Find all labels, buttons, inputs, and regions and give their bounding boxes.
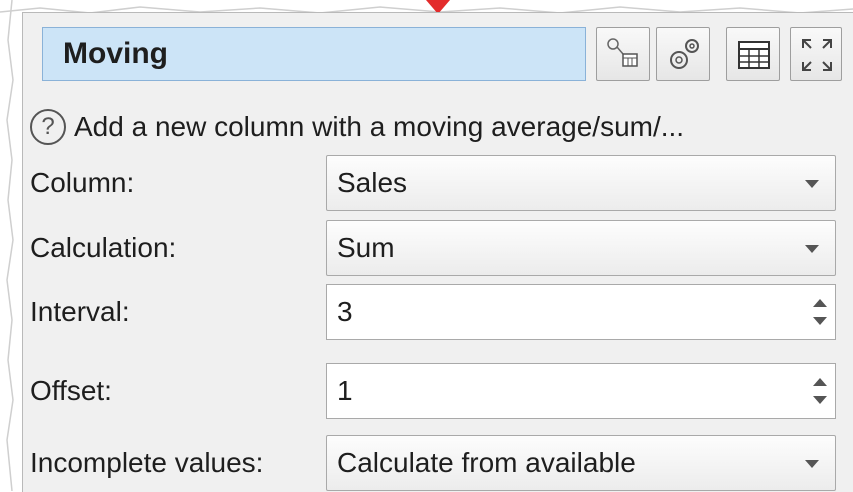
spin-down-icon[interactable] <box>813 317 827 325</box>
calculation-value: Sum <box>337 232 395 263</box>
offset-value: 1 <box>337 375 353 406</box>
incomplete-values-label: Incomplete values: <box>30 447 264 478</box>
interval-label: Interval: <box>30 296 130 327</box>
chevron-down-icon <box>805 460 819 468</box>
node-name-field[interactable]: Moving <box>42 27 586 81</box>
spin-up-icon[interactable] <box>813 299 827 307</box>
incomplete-values-value: Calculate from available <box>337 447 636 478</box>
gear-icon <box>670 39 699 69</box>
offset-spinbox[interactable]: 1 <box>326 363 836 419</box>
table-view-button[interactable] <box>726 27 780 81</box>
help-icon[interactable]: ? <box>30 108 66 145</box>
calculation-dropdown[interactable]: Sum <box>326 220 836 276</box>
node-calc-icon <box>607 38 638 67</box>
node-calc-button[interactable] <box>596 27 650 81</box>
expand-icon <box>802 39 832 71</box>
interval-spinbox[interactable]: 3 <box>326 284 836 340</box>
help-row: ? Add a new column with a moving average/… <box>30 102 850 152</box>
offset-label: Offset: <box>30 375 112 406</box>
chevron-down-icon <box>805 245 819 253</box>
spin-down-icon[interactable] <box>813 396 827 404</box>
column-dropdown[interactable]: Sales <box>326 155 836 211</box>
settings-button[interactable] <box>656 27 710 81</box>
column-label: Column: <box>30 167 135 198</box>
expand-button[interactable] <box>790 27 842 81</box>
calculation-label: Calculation: <box>30 232 177 263</box>
column-value: Sales <box>337 167 408 198</box>
help-text: Add a new column with a moving average/s… <box>74 111 685 142</box>
interval-value: 3 <box>337 296 353 327</box>
table-icon <box>738 41 770 69</box>
chevron-down-icon <box>805 180 819 188</box>
incomplete-values-dropdown[interactable]: Calculate from available <box>326 435 836 491</box>
spin-up-icon[interactable] <box>813 378 827 386</box>
